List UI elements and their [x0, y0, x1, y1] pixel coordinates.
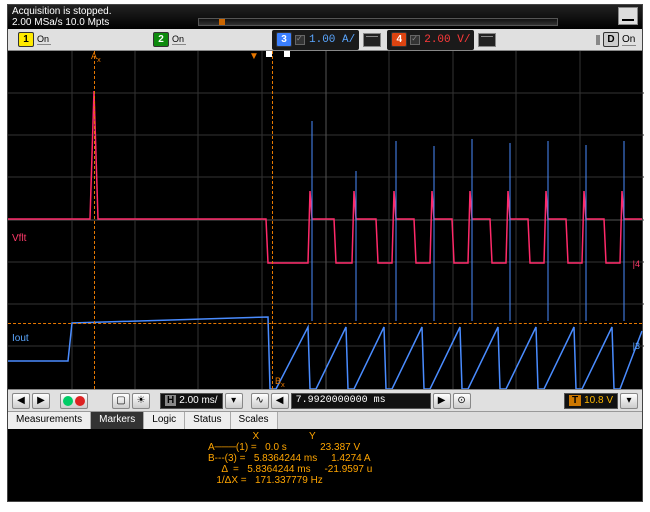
delay-left-icon[interactable]: ◀ — [271, 393, 289, 409]
channel-3-scale: 1.00 A/ — [309, 34, 355, 46]
status-bar: Acquisition is stopped. 2.00 MSa/s 10.0 … — [8, 5, 642, 29]
delay-right-icon[interactable]: ▶ — [433, 393, 451, 409]
tab-markers[interactable]: Markers — [91, 412, 144, 429]
channel-4-badge: 4 — [391, 32, 407, 47]
channel-1-button[interactable]: 1 On — [12, 30, 57, 50]
tab-bar: Measurements Markers Logic Status Scales — [8, 411, 642, 429]
tab-status[interactable]: Status — [185, 412, 230, 429]
minimize-button[interactable] — [618, 7, 638, 25]
channel-4-button[interactable]: 4 2.00 V/ — [387, 30, 474, 50]
channel-2-button[interactable]: 2 On — [147, 30, 192, 50]
delay-reset-icon[interactable]: ⊙ — [453, 393, 471, 409]
zoom-fit-icon[interactable]: ▢ — [112, 393, 130, 409]
ch4-coupling-icon[interactable] — [478, 33, 496, 47]
waveforms — [8, 51, 644, 389]
tab-measurements[interactable]: Measurements — [8, 412, 91, 429]
control-bar: ◀ ▶ ▢ ☀ H2.00 ms/ ▾ ∿ ◀ 7.9920000000 ms … — [8, 389, 642, 411]
tab-logic[interactable]: Logic — [144, 412, 185, 429]
intensity-icon[interactable]: ☀ — [132, 393, 150, 409]
run-stop-buttons[interactable] — [60, 393, 88, 409]
timebase-down-icon[interactable]: ▾ — [225, 393, 243, 409]
cursor-b[interactable]: Bx — [272, 51, 273, 389]
ch4-gnd-marker: |4 — [633, 259, 640, 269]
channel-1-badge: 1 — [18, 32, 34, 47]
results-row-b: B---(3) = 5.8364244 ms 1.4274 A — [208, 453, 642, 464]
cursor-ay[interactable] — [8, 323, 642, 324]
sample-rate: 2.00 MSa/s 10.0 Mpts — [12, 17, 109, 28]
channel-3-button[interactable]: 3 1.00 A/ — [272, 30, 359, 50]
results-row-freq: 1/ΔX = 171.337779 Hz — [208, 475, 642, 486]
trigger-down-icon[interactable]: ▾ — [620, 393, 638, 409]
ch3-gnd-marker: |3 — [633, 341, 640, 351]
channel-bar: 1 On 2 On 3 1.00 A/ 4 2.00 V/ D On — [8, 29, 642, 51]
memory-scrollbar[interactable] — [198, 18, 558, 26]
trigger-marker: ▼ — [249, 51, 259, 62]
waveform-area[interactable]: Ax Bx ▼ Vflt Iout |4 |3 — [8, 51, 642, 389]
delay-mode-icon[interactable]: ∿ — [251, 393, 269, 409]
trigger-level[interactable]: T10.8 V — [564, 393, 618, 409]
ch3-label: Iout — [12, 333, 29, 344]
tab-scales[interactable]: Scales — [231, 412, 278, 429]
nav-left-icon[interactable]: ◀ — [12, 393, 30, 409]
delay-value[interactable]: 7.9920000000 ms — [291, 393, 431, 409]
marker-results: X Y A───(1) = 0.0 s 23.387 V B---(3) = 5… — [8, 429, 642, 485]
timebase-h-label: H2.00 ms/ — [160, 393, 223, 409]
digital-button[interactable]: D On — [596, 32, 636, 47]
results-row-a: A───(1) = 0.0 s 23.387 V — [208, 442, 642, 453]
acq-status: Acquisition is stopped. — [12, 6, 112, 17]
cursor-a[interactable]: Ax — [94, 51, 95, 389]
results-header: X Y — [208, 431, 642, 442]
ch3-coupling-icon[interactable] — [363, 33, 381, 47]
channel-2-badge: 2 — [153, 32, 169, 47]
channel-3-badge: 3 — [276, 32, 292, 47]
marker-1 — [266, 51, 272, 57]
channel-4-checkbox[interactable] — [410, 35, 420, 45]
channel-4-scale: 2.00 V/ — [424, 34, 470, 46]
ch4-label: Vflt — [12, 233, 26, 244]
marker-2 — [284, 51, 290, 57]
nav-right-icon[interactable]: ▶ — [32, 393, 50, 409]
results-row-delta: Δ = 5.8364244 ms -21.9597 u — [208, 464, 642, 475]
channel-3-checkbox[interactable] — [295, 35, 305, 45]
